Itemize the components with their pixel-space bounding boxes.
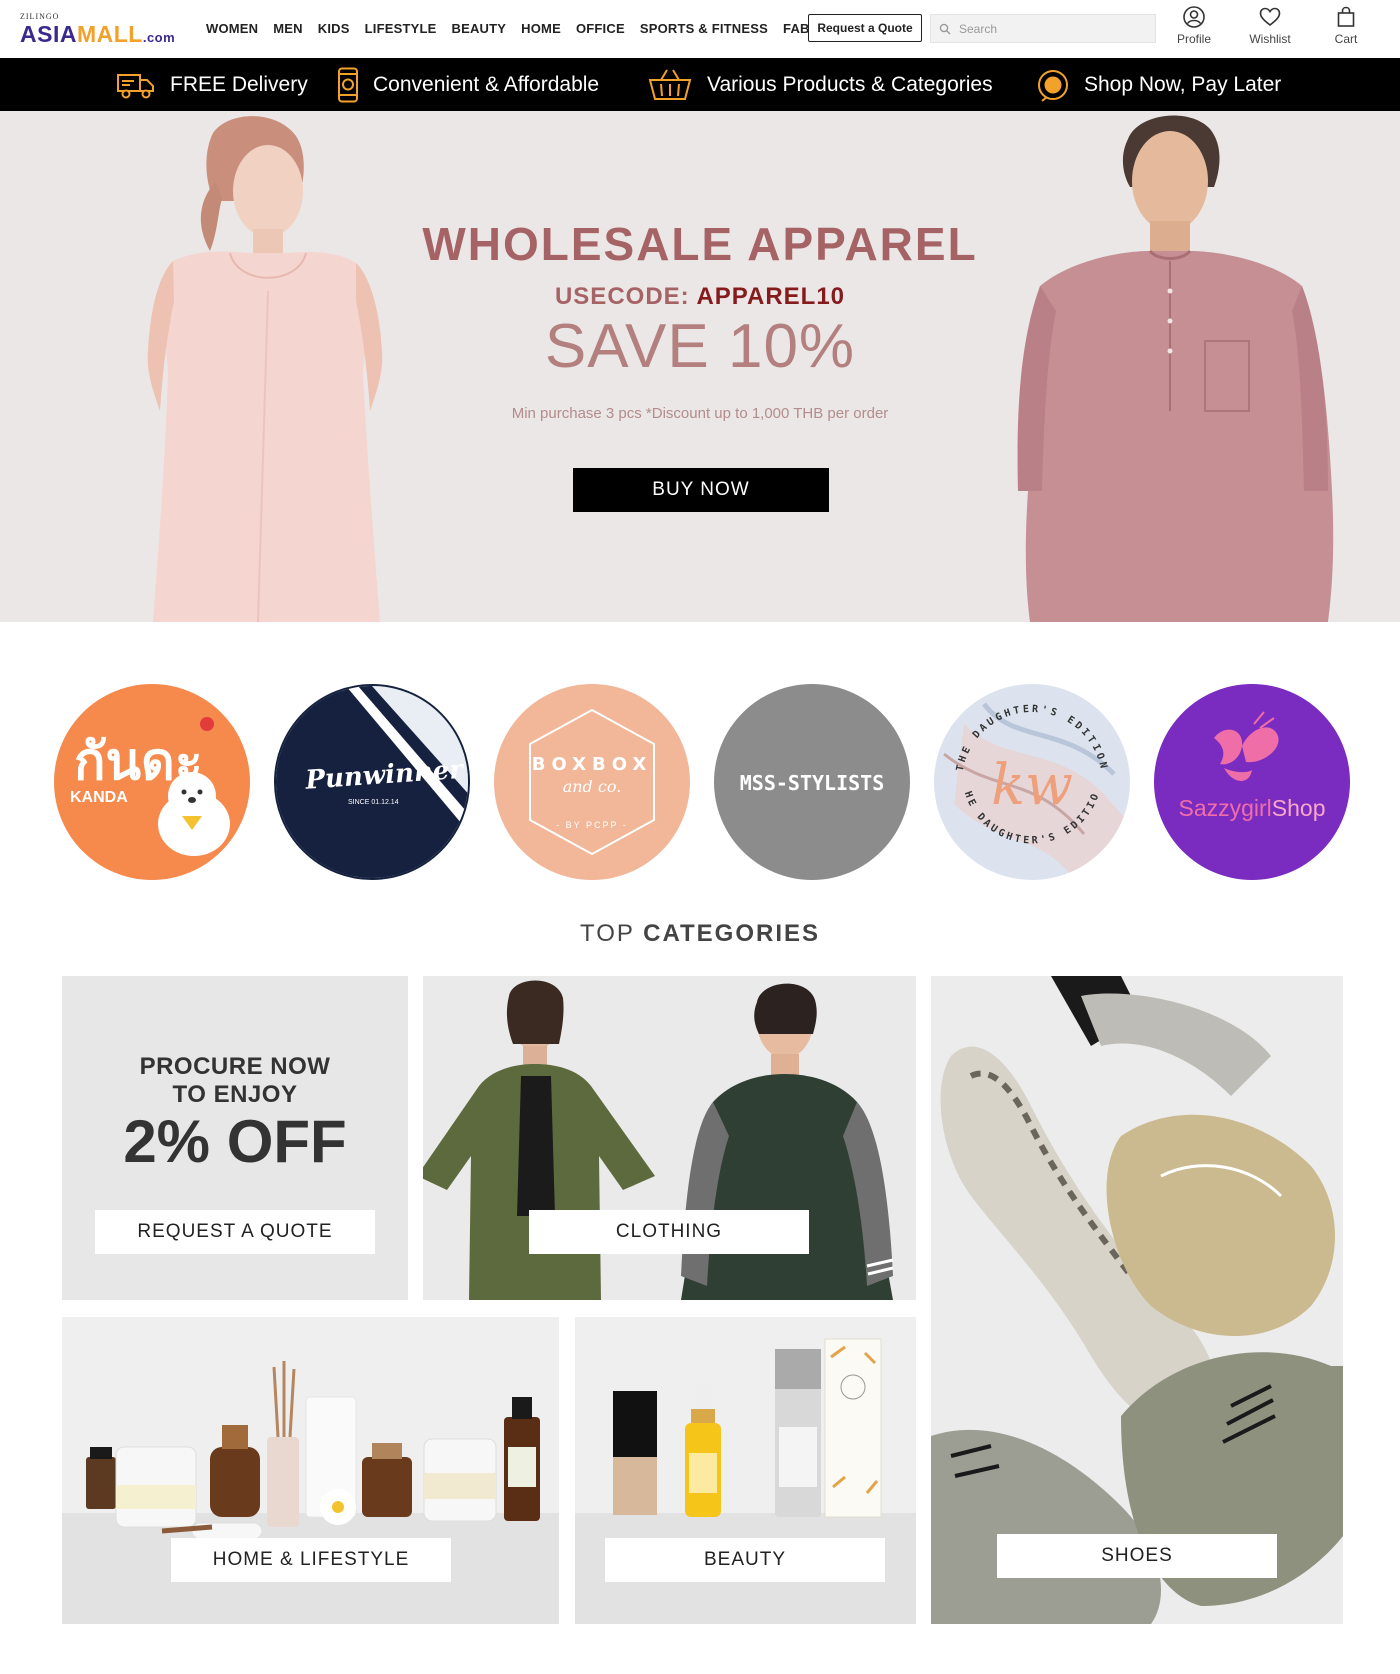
kanda-logo: กันดะ KANDA: [70, 717, 230, 856]
boxbox-logo: BOXBOX and co. - BY PCPP -: [529, 708, 655, 856]
request-quote-button[interactable]: Request a Quote: [808, 14, 922, 42]
mobile-payment-icon: [338, 67, 358, 102]
category-beauty[interactable]: BEAUTY: [575, 1317, 916, 1624]
man-model-illustration: [1017, 115, 1334, 622]
category-shoes[interactable]: SHOES: [931, 976, 1343, 1624]
svg-text:kw: kw: [991, 753, 1073, 818]
benefit-label: FREE Delivery: [170, 72, 308, 96]
shopping-bag-icon: [1337, 6, 1355, 27]
promo-discount: 2% OFF: [123, 1108, 347, 1175]
cart-link[interactable]: Cart: [1316, 5, 1376, 46]
search-icon: [939, 23, 951, 34]
mss-stylists-logo: MSS-STYLISTS: [740, 771, 885, 795]
benefit-various-products: Various Products & Categories: [647, 58, 993, 111]
category-home-lifestyle[interactable]: HOME & LIFESTYLE: [62, 1317, 559, 1624]
svg-text:KANDA: KANDA: [70, 789, 128, 806]
heart-icon: [1259, 7, 1281, 27]
shoes-label: SHOES: [997, 1534, 1277, 1578]
nav-beauty[interactable]: BEAUTY: [452, 21, 507, 36]
main-nav: WOMEN MEN KIDS LIFESTYLE BEAUTY HOME OFF…: [206, 21, 848, 36]
buy-now-button[interactable]: BUY NOW: [573, 468, 829, 512]
nav-kids[interactable]: KIDS: [318, 21, 350, 36]
svg-text:BOXBOX: BOXBOX: [532, 754, 653, 775]
profile-label: Profile: [1176, 32, 1211, 46]
brand-kanda[interactable]: กันดะ KANDA: [54, 684, 250, 880]
profile-link[interactable]: Profile: [1164, 5, 1224, 46]
daughters-edition-logo: THE DAUGHTER'S EDITION THE DAUGHTER'S ED…: [934, 684, 1130, 880]
svg-text:MSS-STYLISTS: MSS-STYLISTS: [740, 771, 885, 795]
profile-icon: [1183, 6, 1205, 28]
benefit-label: Convenient & Affordable: [373, 72, 600, 96]
shopping-basket-icon: [648, 68, 692, 100]
shoes-illustration: [931, 976, 1343, 1624]
wishlist-link[interactable]: Wishlist: [1240, 5, 1300, 46]
sazzygirlshop-logo: SazzygirlShop: [1178, 711, 1326, 821]
coin-icon: [1038, 69, 1068, 102]
promo-line-2: TO ENJOY: [172, 1081, 298, 1108]
nav-office[interactable]: OFFICE: [576, 21, 625, 36]
svg-text:- BY PCPP -: - BY PCPP -: [556, 820, 628, 830]
benefit-convenient: Convenient & Affordable: [337, 58, 599, 111]
punwinner-logo: Punwinner SINCE 01.12.14: [276, 686, 468, 878]
wishlist-label: Wishlist: [1249, 32, 1291, 46]
nav-sports-fitness[interactable]: SPORTS & FITNESS: [640, 21, 768, 36]
asiamall-logo[interactable]: ZILINGO ASIAMALL.com: [20, 12, 185, 48]
beauty-label: BEAUTY: [605, 1538, 885, 1582]
benefit-label: Various Products & Categories: [707, 72, 993, 96]
nav-home[interactable]: HOME: [521, 21, 561, 36]
svg-text:SazzygirlShop: SazzygirlShop: [1178, 795, 1325, 821]
nav-lifestyle[interactable]: LIFESTYLE: [365, 21, 437, 36]
header: ZILINGO ASIAMALL.com WOMEN MEN KIDS LIFE…: [0, 0, 1400, 58]
request-a-quote-button[interactable]: REQUEST A QUOTE: [95, 1210, 375, 1254]
nav-men[interactable]: MEN: [273, 21, 303, 36]
clothing-label: CLOTHING: [529, 1210, 809, 1254]
svg-text:and co.: and co.: [563, 777, 622, 796]
search-box[interactable]: [930, 14, 1156, 43]
top-categories-title: TOP CATEGORIES: [579, 920, 821, 947]
brand-mss-stylists[interactable]: MSS-STYLISTS: [714, 684, 910, 880]
logo-sup: ZILINGO: [20, 12, 60, 21]
benefit-pay-later: Shop Now, Pay Later: [1036, 58, 1281, 111]
svg-text:SINCE 01.12.14: SINCE 01.12.14: [348, 799, 399, 806]
promo-line-1: PROCURE NOW: [139, 1053, 331, 1080]
featured-brands: กันดะ KANDA Punwinner SINCE 01.12.14 BOX…: [0, 684, 1400, 880]
category-clothing[interactable]: CLOTHING: [423, 976, 916, 1300]
logo-wordmark: ASIAMALL.com: [20, 21, 176, 47]
brand-punwinner[interactable]: Punwinner SINCE 01.12.14: [274, 684, 470, 880]
benefit-label: Shop Now, Pay Later: [1084, 72, 1282, 96]
search-input[interactable]: [957, 20, 1147, 37]
benefits-bar: FREE Delivery Convenient & Affordable Va…: [0, 58, 1400, 111]
hero-banner[interactable]: WHOLESALE APPAREL USECODE: APPAREL10 SAV…: [0, 111, 1400, 622]
promo-tile[interactable]: PROCURE NOW TO ENJOY 2% OFF REQUEST A QU…: [62, 976, 408, 1300]
delivery-truck-icon: [117, 73, 154, 98]
nav-women[interactable]: WOMEN: [206, 21, 258, 36]
brand-daughters-edition[interactable]: THE DAUGHTER'S EDITION THE DAUGHTER'S ED…: [934, 684, 1130, 880]
home-lifestyle-label: HOME & LIFESTYLE: [171, 1538, 451, 1582]
brand-sazzygirlshop[interactable]: SazzygirlShop: [1154, 684, 1350, 880]
benefit-free-delivery: FREE Delivery: [116, 58, 308, 111]
cart-label: Cart: [1334, 32, 1358, 46]
brand-boxbox[interactable]: BOXBOX and co. - BY PCPP -: [494, 684, 690, 880]
